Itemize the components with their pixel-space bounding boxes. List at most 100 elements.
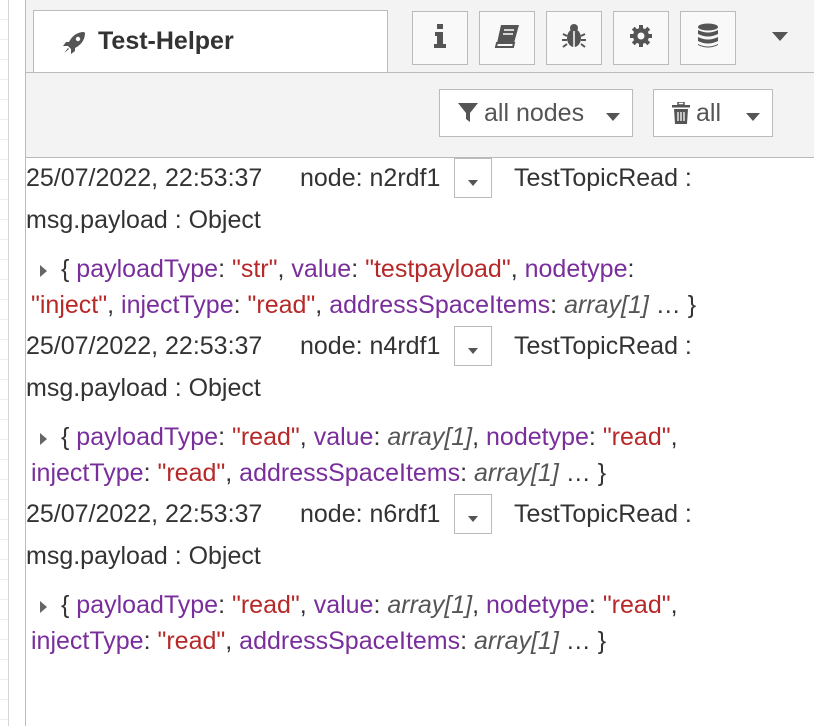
- payload-string-value: "read": [157, 458, 226, 487]
- payload-punctuation: ,: [225, 626, 240, 655]
- canvas-edge: [0, 0, 9, 726]
- debug-message-list: 25/07/2022, 22:53:37 node: n2rdf1 TestTo…: [26, 158, 814, 662]
- payload-line-1: { payloadType: "read", value: array[1], …: [61, 591, 678, 619]
- message-topic: TestTopicRead :: [514, 500, 692, 528]
- message-timestamp: 25/07/2022, 22:53:37: [26, 500, 263, 528]
- debug-message: 25/07/2022, 22:53:37 node: n4rdf1 TestTo…: [26, 326, 814, 494]
- payload-line-1: { payloadType: "str", value: "testpayloa…: [61, 255, 634, 283]
- trash-icon: [672, 102, 690, 124]
- message-node-link[interactable]: node: n2rdf1: [300, 164, 440, 193]
- payload-key: value: [291, 255, 352, 283]
- payload-key: injectType: [31, 626, 144, 655]
- message-payload-type: msg.payload : Object: [26, 206, 261, 234]
- help-button[interactable]: [479, 11, 535, 65]
- payload-array-summary: array[1]: [564, 290, 649, 319]
- context-data-button[interactable]: [680, 11, 736, 65]
- book-icon: [494, 24, 520, 53]
- caret-down-icon: [468, 332, 478, 361]
- expand-triangle-icon[interactable]: [39, 253, 51, 288]
- payload-punctuation: :: [373, 591, 388, 619]
- payload-punctuation: {: [61, 423, 77, 451]
- info-button[interactable]: [412, 11, 468, 65]
- message-node-link[interactable]: node: n4rdf1: [300, 332, 440, 361]
- payload-punctuation: :: [373, 423, 388, 451]
- message-timestamp: 25/07/2022, 22:53:37: [26, 332, 263, 360]
- payload-string-value: "read": [247, 290, 316, 319]
- payload-line-2: injectType: "read", addressSpaceItems: a…: [31, 624, 791, 659]
- caret-down-icon: [468, 500, 478, 529]
- filter-icon: [458, 103, 478, 123]
- payload-array-summary: array[1]: [387, 423, 473, 451]
- payload-key: injectType: [31, 458, 144, 487]
- payload-punctuation: :: [588, 423, 603, 451]
- payload-key: value: [313, 423, 374, 451]
- payload-punctuation: :: [588, 591, 603, 619]
- payload-string-value: "read": [231, 591, 300, 619]
- payload-line-2: "inject", injectType: "read", addressSpa…: [31, 288, 791, 323]
- payload-punctuation: :: [143, 458, 158, 487]
- debug-toolbar: all nodes all: [26, 73, 814, 158]
- debug-message: 25/07/2022, 22:53:37 node: n6rdf1 TestTo…: [26, 494, 814, 662]
- payload-key: nodetype: [486, 423, 589, 451]
- payload-punctuation: … }: [648, 290, 697, 319]
- message-timestamp: 25/07/2022, 22:53:37: [26, 164, 263, 192]
- payload-key: injectType: [121, 290, 234, 319]
- payload-object-preview[interactable]: { payloadType: "str", value: "testpayloa…: [31, 252, 791, 323]
- payload-string-value: "str": [231, 255, 278, 283]
- caret-down-icon: [746, 99, 760, 128]
- message-node-link[interactable]: node: n6rdf1: [300, 500, 440, 529]
- payload-punctuation: … }: [558, 626, 607, 655]
- config-button[interactable]: [613, 11, 669, 65]
- payload-line-2: injectType: "read", addressSpaceItems: a…: [31, 456, 791, 491]
- node-options-button[interactable]: [454, 158, 492, 198]
- payload-array-summary: array[1]: [474, 626, 559, 655]
- payload-object-preview[interactable]: { payloadType: "read", value: array[1], …: [31, 588, 791, 659]
- payload-punctuation: :: [351, 255, 366, 283]
- payload-punctuation: ,: [670, 591, 678, 619]
- rocket-icon: [62, 29, 88, 55]
- debug-sidebar: Test-Helper all nodes all 25/07/2022, 22…: [25, 0, 814, 726]
- debug-button[interactable]: [546, 11, 602, 65]
- expand-triangle-icon[interactable]: [39, 421, 51, 456]
- message-payload-type: msg.payload : Object: [26, 542, 261, 570]
- payload-punctuation: :: [460, 626, 475, 655]
- payload-punctuation: :: [218, 591, 232, 619]
- payload-string-value: "read": [231, 423, 300, 451]
- bug-icon: [561, 23, 587, 54]
- payload-key: addressSpaceItems: [239, 458, 461, 487]
- payload-punctuation: ,: [299, 423, 314, 451]
- payload-key: nodetype: [486, 591, 589, 619]
- payload-punctuation: ,: [670, 423, 678, 451]
- payload-punctuation: {: [61, 591, 77, 619]
- gear-icon: [629, 24, 653, 53]
- payload-punctuation: :: [627, 255, 635, 283]
- info-icon: [433, 23, 447, 53]
- payload-punctuation: :: [550, 290, 565, 319]
- message-topic: TestTopicRead :: [514, 332, 692, 360]
- payload-punctuation: ,: [510, 255, 525, 283]
- message-payload-type: msg.payload : Object: [26, 374, 261, 402]
- payload-array-summary: array[1]: [474, 458, 559, 487]
- payload-key: value: [313, 591, 374, 619]
- payload-object-preview[interactable]: { payloadType: "read", value: array[1], …: [31, 420, 791, 491]
- node-filter-label: all nodes: [484, 98, 585, 127]
- payload-punctuation: :: [143, 626, 158, 655]
- expand-triangle-icon[interactable]: [39, 589, 51, 624]
- payload-punctuation: ,: [299, 591, 314, 619]
- payload-string-value: "read": [157, 626, 226, 655]
- node-options-button[interactable]: [454, 494, 492, 534]
- payload-punctuation: :: [218, 255, 232, 283]
- node-filter-dropdown[interactable]: all nodes: [439, 89, 633, 137]
- caret-down-icon: [606, 99, 620, 128]
- clear-label: all: [696, 98, 722, 127]
- clear-messages-dropdown[interactable]: all: [653, 89, 773, 137]
- sidebar-menu-button[interactable]: [756, 11, 804, 65]
- payload-punctuation: :: [218, 423, 232, 451]
- node-options-button[interactable]: [454, 326, 492, 366]
- payload-punctuation: ,: [277, 255, 292, 283]
- database-icon: [696, 23, 720, 54]
- tab-test-helper[interactable]: Test-Helper: [33, 10, 388, 72]
- payload-string-value: "read": [602, 423, 671, 451]
- payload-punctuation: … }: [558, 458, 607, 487]
- payload-punctuation: :: [460, 458, 475, 487]
